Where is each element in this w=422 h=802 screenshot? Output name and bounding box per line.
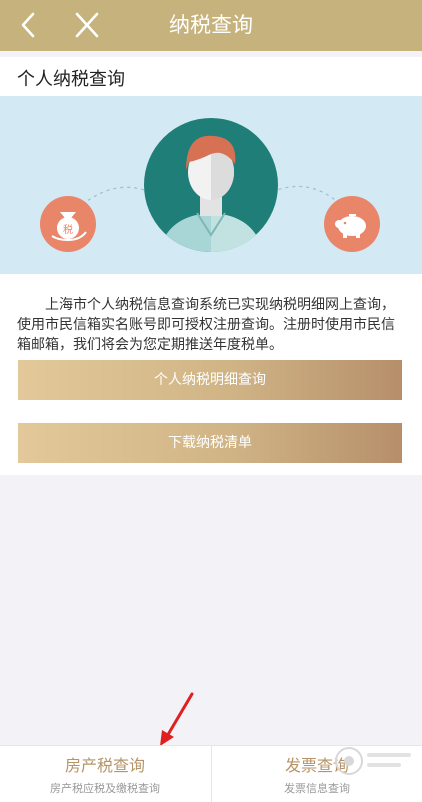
page-title: 纳税查询 (169, 13, 253, 37)
close-icon[interactable] (72, 10, 102, 40)
invoice-query-sublabel: 发票信息查询 (284, 782, 350, 795)
user-avatar-icon (144, 118, 278, 252)
intro-text: 上海市个人纳税信息查询系统已实现纳税明细网上查询，使用市民信箱实名账号即可授权注… (17, 297, 395, 353)
back-arrow-icon[interactable] (14, 10, 44, 40)
property-tax-query-sublabel: 房产税应税及缴税查询 (50, 782, 160, 795)
illustration-banner: 税 (0, 96, 422, 274)
red-arrow-annotation (160, 692, 194, 746)
piggy-bank-icon (324, 196, 380, 252)
top-bar: 纳税查询 (0, 0, 422, 51)
property-tax-query-tab[interactable]: 房产税查询 房产税应税及缴税查询 (0, 746, 210, 802)
tax-money-bag-icon: 税 (40, 196, 96, 252)
section-title: 个人纳税查询 (17, 69, 125, 90)
property-tax-query-label: 房产税查询 (64, 756, 145, 775)
tax-badge-text: 税 (63, 223, 73, 236)
download-tax-list-button[interactable]: 下载纳税清单 (18, 423, 402, 463)
tax-detail-query-button[interactable]: 个人纳税明细查询 (18, 360, 402, 400)
tax-query-card: 个人纳税查询 税 上海市个人纳税信息查询系统已实现纳税明细网上查询，使用市民信箱… (0, 57, 422, 475)
watermark-logo (335, 747, 411, 775)
